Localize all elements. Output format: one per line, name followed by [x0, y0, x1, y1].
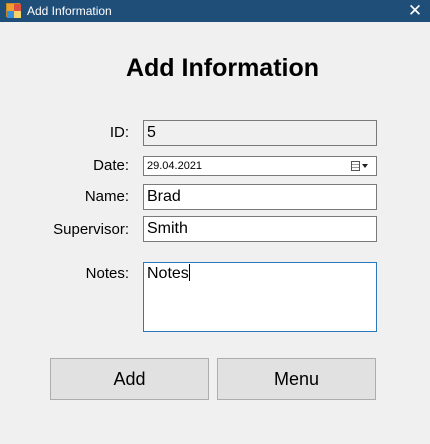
date-value: 29.04.2021: [147, 160, 203, 172]
id-label: ID:: [109, 124, 129, 141]
notes-text: Notes: [147, 265, 189, 282]
text-cursor: [188, 264, 190, 281]
close-icon[interactable]: ✕: [400, 0, 430, 22]
supervisor-field[interactable]: Smith: [143, 216, 377, 242]
id-field[interactable]: 5: [143, 120, 377, 146]
page-title: Add Information: [125, 54, 320, 82]
calendar-icon: [351, 161, 360, 171]
menu-button[interactable]: Menu: [217, 358, 376, 400]
app-icon: [6, 3, 21, 18]
title-bar: Add Information ✕: [0, 0, 430, 22]
name-field[interactable]: Brad: [143, 184, 377, 210]
date-label: Date:: [93, 157, 129, 174]
name-label: Name:: [84, 188, 129, 205]
calendar-dropdown-button[interactable]: [351, 159, 373, 173]
add-button[interactable]: Add: [50, 358, 209, 400]
notes-textarea[interactable]: Notes: [143, 262, 377, 332]
date-picker[interactable]: 29.04.2021: [143, 156, 377, 176]
notes-label: Notes:: [85, 265, 129, 282]
window-title: Add Information: [27, 4, 112, 18]
chevron-down-icon: [362, 164, 368, 168]
supervisor-label: Supervisor:: [53, 221, 129, 238]
